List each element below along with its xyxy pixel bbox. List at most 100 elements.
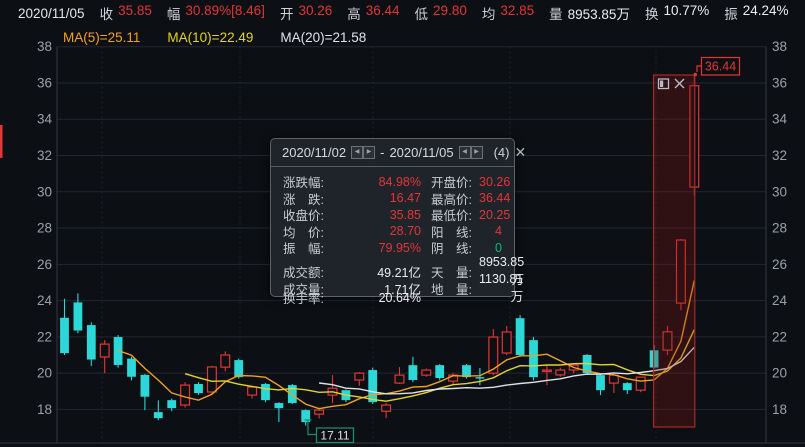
quote-field-label: 均 (482, 3, 496, 23)
quote-field-value: 8953.85万 (568, 3, 630, 23)
quote-field-label: 低 (415, 3, 429, 23)
y-axis-label-left: 26 (37, 257, 52, 272)
quote-field: 高36.44 (347, 3, 399, 23)
quote-field-label: 收 (100, 3, 114, 23)
quote-field-value: 10.77% (663, 3, 709, 23)
popup-stat-row: 涨跌幅:84.98%开盘价:30.26 (283, 172, 502, 189)
quote-field: 幅30.89%[8.46] (167, 3, 265, 23)
y-axis-label-right: 20 (772, 366, 787, 381)
start-date-stepper[interactable]: ◀▶ (351, 146, 375, 159)
stat-label: 地 量: (421, 279, 479, 298)
quote-field: 收35.85 (100, 3, 152, 23)
y-axis-label-right: 32 (772, 148, 787, 163)
popup-stat-row: 振 幅:79.95%阴 线:0 (283, 238, 502, 255)
popup-header: 2020/11/02 ◀▶ - 2020/11/05 ◀▶ (4) ✕ (271, 139, 514, 167)
step-prev-icon[interactable]: ◀ (459, 146, 471, 159)
quote-field-label: 幅 (167, 3, 181, 23)
candle[interactable] (435, 364, 444, 380)
quote-field-label: 振 (724, 3, 738, 23)
y-axis-label-right: 38 (772, 39, 787, 54)
quote-field-value: 24.24% (743, 3, 789, 23)
quote-field-label: 开 (280, 3, 294, 23)
candle[interactable] (194, 382, 203, 395)
quote-date: 2020/11/05 (18, 6, 85, 21)
stat-label: 换手率: (283, 288, 347, 307)
candle[interactable] (261, 383, 270, 402)
step-prev-icon[interactable]: ◀ (351, 146, 363, 159)
quote-fields: 收35.85 幅30.89%[8.46] 开30.26 高36.44 低29.80 均32… (100, 3, 789, 23)
y-axis-label-right: 34 (772, 112, 788, 127)
stat-value: 28.70 (347, 224, 421, 238)
popup-stat-row: 成交额:49.21亿天 量:8953.85万 (283, 255, 502, 272)
range-stats-popup: 2020/11/02 ◀▶ - 2020/11/05 ◀▶ (4) ✕ 涨跌幅:… (270, 138, 515, 297)
y-axis-label-right: 30 (772, 184, 787, 199)
quote-field-value: 29.80 (433, 3, 467, 23)
quote-field-label: 量 (549, 3, 563, 23)
stat-value: 79.95% (347, 241, 421, 255)
popup-close-icon[interactable]: ✕ (514, 144, 526, 161)
y-axis-label-right: 18 (772, 402, 787, 417)
quote-field: 量8953.85万 (549, 3, 630, 23)
stat-label: 阴 线: (421, 238, 479, 257)
stat-value: 20.25 (479, 208, 510, 222)
ma-legend: MA(5)=25.11MA(10)=22.49MA(20)=21.58 (63, 30, 366, 45)
y-axis-label-right: 22 (772, 329, 787, 344)
quote-field: 低29.80 (415, 3, 467, 23)
step-next-icon[interactable]: ▶ (471, 146, 483, 159)
y-axis-label-left: 38 (37, 39, 52, 54)
ma-legend-item: MA(5)=25.11 (63, 30, 140, 45)
y-axis-label-left: 20 (37, 366, 52, 381)
y-axis-label-right: 36 (772, 75, 787, 90)
stat-label: 振 幅: (283, 238, 347, 257)
quote-summary-bar: 2020/11/05 收35.85 幅30.89%[8.46] 开30.26 高36.… (0, 0, 805, 26)
stat-value: 0 (479, 241, 502, 255)
quote-field: 开30.26 (280, 3, 332, 23)
candle[interactable] (636, 377, 645, 392)
popup-stat-row: 涨 跌:16.47最高价:36.44 (283, 189, 502, 206)
quote-field-label: 换 (645, 3, 659, 23)
y-axis-label-left: 36 (37, 75, 52, 90)
y-axis-label-left: 22 (37, 329, 52, 344)
quote-field-value: 32.85 (500, 3, 534, 23)
stat-value: 16.47 (347, 191, 421, 205)
range-separator: - (380, 145, 384, 160)
stat-value: 4 (479, 224, 502, 238)
quote-field-value: 30.89%[8.46] (185, 3, 265, 23)
y-axis-label-right: 26 (772, 257, 787, 272)
quote-field-value: 30.26 (298, 3, 332, 23)
clipped-candle-fragment (0, 125, 3, 158)
ma-legend-item: MA(10)=22.49 (167, 30, 253, 45)
y-axis-label-right: 28 (772, 221, 787, 236)
range-end-date: 2020/11/05 (389, 145, 453, 160)
popup-stat-row: 均 价:28.70阳 线:4 (283, 222, 502, 239)
candle[interactable] (87, 322, 96, 366)
step-next-icon[interactable]: ▶ (363, 146, 375, 159)
y-axis-label-left: 24 (37, 293, 53, 308)
candle[interactable] (288, 384, 297, 404)
stat-value: 36.44 (479, 191, 510, 205)
stat-value: 30.26 (479, 175, 510, 189)
candle[interactable] (516, 315, 525, 357)
quote-field: 均32.85 (482, 3, 534, 23)
end-date-stepper[interactable]: ◀▶ (459, 146, 483, 159)
popup-stat-row: 收盘价:35.85最低价:20.25 (283, 205, 502, 222)
stock-chart-app: { "header": { "date": "2020/11/05", "fie… (0, 0, 805, 447)
candle[interactable] (529, 337, 538, 381)
range-start-date: 2020/11/02 (282, 145, 346, 160)
stat-value: 20.64% (347, 291, 421, 305)
low-price-label: 17.11 (320, 429, 349, 443)
y-axis-label-left: 34 (37, 112, 53, 127)
popup-stats: 涨跌幅:84.98%开盘价:30.26涨 跌:16.47最高价:36.44收盘价… (271, 167, 514, 305)
candle[interactable] (422, 369, 431, 377)
range-bar-count: (4) (494, 145, 510, 160)
y-axis-label-left: 32 (37, 148, 52, 163)
candle[interactable] (181, 382, 190, 407)
quote-field-label: 高 (347, 3, 361, 23)
quote-field: 换10.77% (645, 3, 709, 23)
y-axis-label-left: 18 (37, 402, 52, 417)
high-price-label: 36.44 (705, 60, 736, 74)
range-selection-box[interactable] (654, 75, 695, 427)
stat-value: 1130.81万 (479, 272, 523, 305)
y-axis-label-right: 24 (772, 293, 788, 308)
y-axis-label-left: 30 (37, 184, 52, 199)
